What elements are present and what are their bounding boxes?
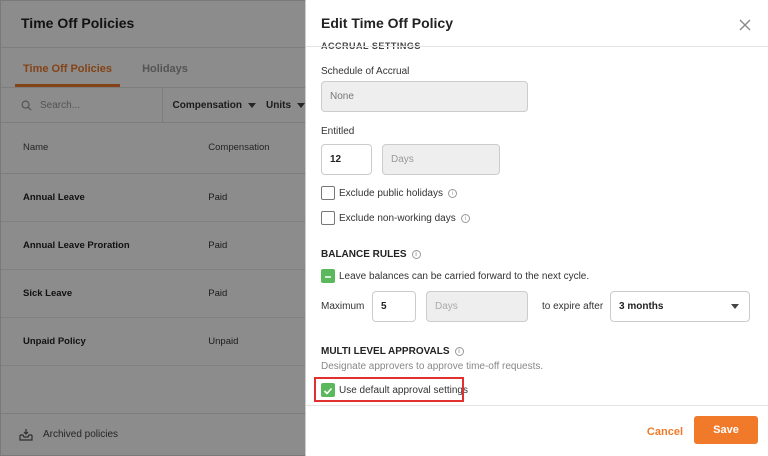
balance-rules-title: BALANCE RULES i [321,249,421,260]
info-icon[interactable]: i [447,188,457,198]
entitled-unit-field: Days [382,144,500,175]
modal-header-divider [306,46,768,47]
maximum-label: Maximum [321,301,365,312]
cancel-button[interactable]: Cancel [647,426,683,438]
entitled-label: Entitled [321,126,355,137]
expire-select-value: 3 months [619,301,664,312]
expire-select[interactable]: 3 months [610,291,750,322]
save-button[interactable]: Save [694,416,758,444]
exclude-nonworking-days-label: Exclude non-working days i [339,213,470,224]
maximum-input[interactable]: 5 [372,291,416,322]
exclude-nonworking-days-checkbox[interactable] [321,211,335,225]
schedule-label: Schedule of Accrual [321,66,410,77]
close-icon[interactable] [738,18,752,32]
approvals-description: Designate approvers to approve time-off … [321,361,544,372]
multi-level-approvals-title: MULTI LEVEL APPROVALS i [321,346,464,357]
info-icon[interactable]: i [411,249,421,259]
modal-footer-divider [306,405,768,406]
exclude-public-holidays-checkbox[interactable] [321,186,335,200]
carry-forward-label: Leave balances can be carried forward to… [339,271,590,282]
schedule-select[interactable]: None [321,81,528,112]
caret-down-icon [731,304,739,309]
annotation-highlight-box [314,377,464,402]
exclude-public-holidays-label: Exclude public holidays i [339,188,457,199]
info-icon[interactable]: i [454,346,464,356]
entitled-input[interactable]: 12 [321,144,372,175]
carry-forward-checkbox[interactable] [321,269,335,283]
dash-icon [325,276,331,278]
maximum-unit-field: Days [426,291,528,322]
info-icon[interactable]: i [460,213,470,223]
expire-label: to expire after [542,301,604,312]
modal-title: Edit Time Off Policy [321,15,453,31]
modal-backdrop[interactable] [0,0,306,456]
